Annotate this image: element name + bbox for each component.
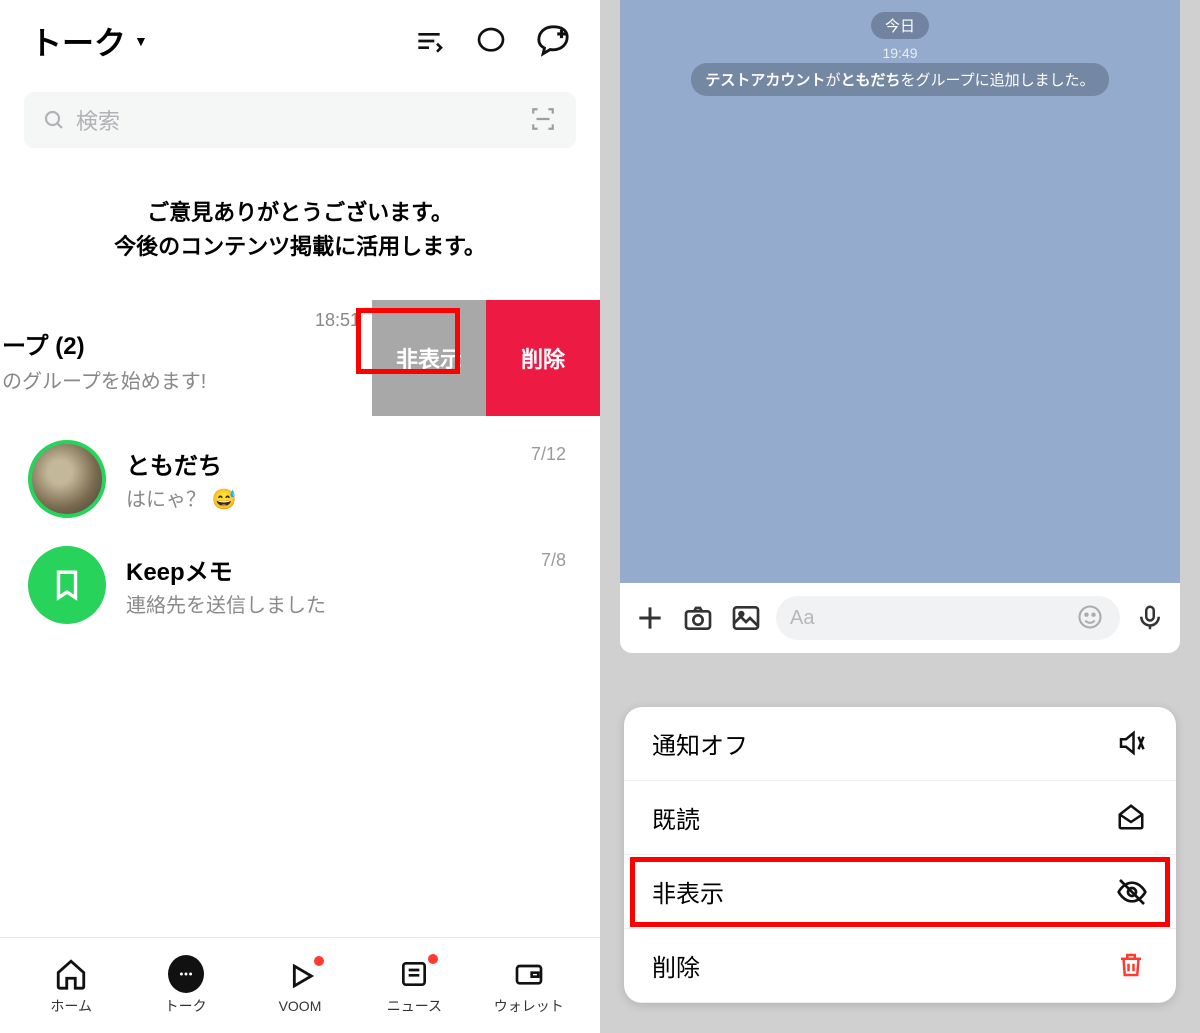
notification-dot xyxy=(314,956,324,966)
bookmark-icon xyxy=(50,568,84,602)
chat-date: 7/12 xyxy=(531,444,566,465)
mute-icon xyxy=(1116,728,1148,760)
menu-label: 削除 xyxy=(652,948,700,983)
image-icon[interactable] xyxy=(728,600,764,636)
chat-name: Keepメモ xyxy=(126,552,326,587)
chat-background: 今日 19:49 テストアカウントがともだちをグループに追加しました。 xyxy=(620,0,1180,583)
tab-news[interactable]: ニュース xyxy=(364,956,464,1016)
delete-button[interactable]: 削除 xyxy=(486,300,600,416)
sys-t1: が xyxy=(825,72,840,89)
mic-icon[interactable] xyxy=(1132,600,1168,636)
title-text: トーク xyxy=(30,18,126,64)
feedback-line1: ご意見ありがとうございます。 xyxy=(0,196,600,230)
avatar-keep xyxy=(28,546,106,624)
highlight-box xyxy=(630,857,1170,927)
chat-last-message: 連絡先を送信しました xyxy=(126,589,326,618)
qr-scan-icon[interactable] xyxy=(530,106,558,134)
sys-friend: ともだち xyxy=(840,72,900,89)
menu-delete[interactable]: 削除 xyxy=(624,929,1176,1003)
add-chat-icon[interactable] xyxy=(536,24,570,58)
search-icon xyxy=(42,108,66,132)
delete-label: 削除 xyxy=(521,342,565,374)
news-icon xyxy=(396,956,432,992)
wallet-icon xyxy=(511,956,547,992)
notification-dot xyxy=(428,954,438,964)
trash-icon xyxy=(1116,950,1148,982)
menu-label: 通知オフ xyxy=(652,726,748,761)
home-icon xyxy=(53,956,89,992)
menu-mute[interactable]: 通知オフ xyxy=(624,707,1176,781)
tab-voom[interactable]: VOOM xyxy=(250,958,350,1014)
line-talk-list-screen: トーク ▼ 検索 ご意見ありがとうございます。 今後のコンテンツ掲載に活用します… xyxy=(0,0,600,1033)
menu-read[interactable]: 既読 xyxy=(624,781,1176,855)
tab-label: ウォレット xyxy=(494,996,564,1016)
chat-longpress-screen: 今日 19:49 テストアカウントがともだちをグループに追加しました。 Aa xyxy=(600,0,1200,1033)
date-badge: 今日 xyxy=(871,12,929,39)
sys-t2: をグループに追加しました。 xyxy=(900,72,1094,89)
voom-icon xyxy=(282,958,318,994)
header-actions xyxy=(412,24,570,58)
input-placeholder: Aa xyxy=(790,607,814,630)
system-text: テストアカウントがともだちをグループに追加しました。 xyxy=(691,63,1108,96)
tab-label: VOOM xyxy=(279,998,322,1014)
chat-last-message: はにゃ？ 😅 xyxy=(126,483,236,512)
chat-input-bar: Aa xyxy=(620,583,1180,653)
bottom-tab-bar: ホーム トーク VOOM ニュース ウォレット xyxy=(0,937,600,1033)
sys-user: テストアカウント xyxy=(705,72,825,89)
chat-row-keep[interactable]: Keepメモ 連絡先を送信しました 7/8 xyxy=(0,532,600,638)
sort-icon[interactable] xyxy=(412,24,446,58)
tab-talk[interactable]: トーク xyxy=(136,956,236,1016)
message-input[interactable]: Aa xyxy=(776,596,1120,640)
dropdown-caret-icon: ▼ xyxy=(134,33,148,49)
chat-name: ともだち xyxy=(126,446,236,481)
search-input[interactable]: 検索 xyxy=(24,92,576,148)
chat-date: 7/8 xyxy=(541,550,566,571)
avatar-friend xyxy=(28,440,106,518)
open-mail-icon xyxy=(1116,802,1148,834)
talk-icon xyxy=(168,955,204,993)
tab-label: ホーム xyxy=(50,996,92,1016)
tab-wallet[interactable]: ウォレット xyxy=(479,956,579,1016)
chat-row-friend[interactable]: ともだち はにゃ？ 😅 7/12 xyxy=(0,426,600,532)
chat-time: 18:51 xyxy=(315,310,360,331)
tab-label: トーク xyxy=(165,996,207,1016)
tab-home[interactable]: ホーム xyxy=(21,956,121,1016)
tab-label: ニュース xyxy=(387,996,442,1016)
highlight-box xyxy=(356,308,460,374)
feedback-line2: 今後のコンテンツ掲載に活用します。 xyxy=(0,230,600,264)
page-title[interactable]: トーク ▼ xyxy=(30,18,148,64)
search-placeholder: 検索 xyxy=(76,104,530,136)
context-menu: 通知オフ 既読 非表示 削除 xyxy=(624,707,1176,1003)
system-message: 19:49 テストアカウントがともだちをグループに追加しました。 xyxy=(620,45,1180,96)
system-time: 19:49 xyxy=(620,45,1180,61)
chat-row-swiped[interactable]: ープ (2) のグループを始めます! 18:51 非表示 削除 xyxy=(0,300,600,416)
plus-icon[interactable] xyxy=(632,600,668,636)
new-chat-icon[interactable] xyxy=(474,24,508,58)
header: トーク ▼ xyxy=(0,0,600,74)
emoji-icon[interactable] xyxy=(1076,603,1106,633)
camera-icon[interactable] xyxy=(680,600,716,636)
menu-label: 既読 xyxy=(652,800,700,835)
feedback-message: ご意見ありがとうございます。 今後のコンテンツ掲載に活用します。 xyxy=(0,196,600,264)
